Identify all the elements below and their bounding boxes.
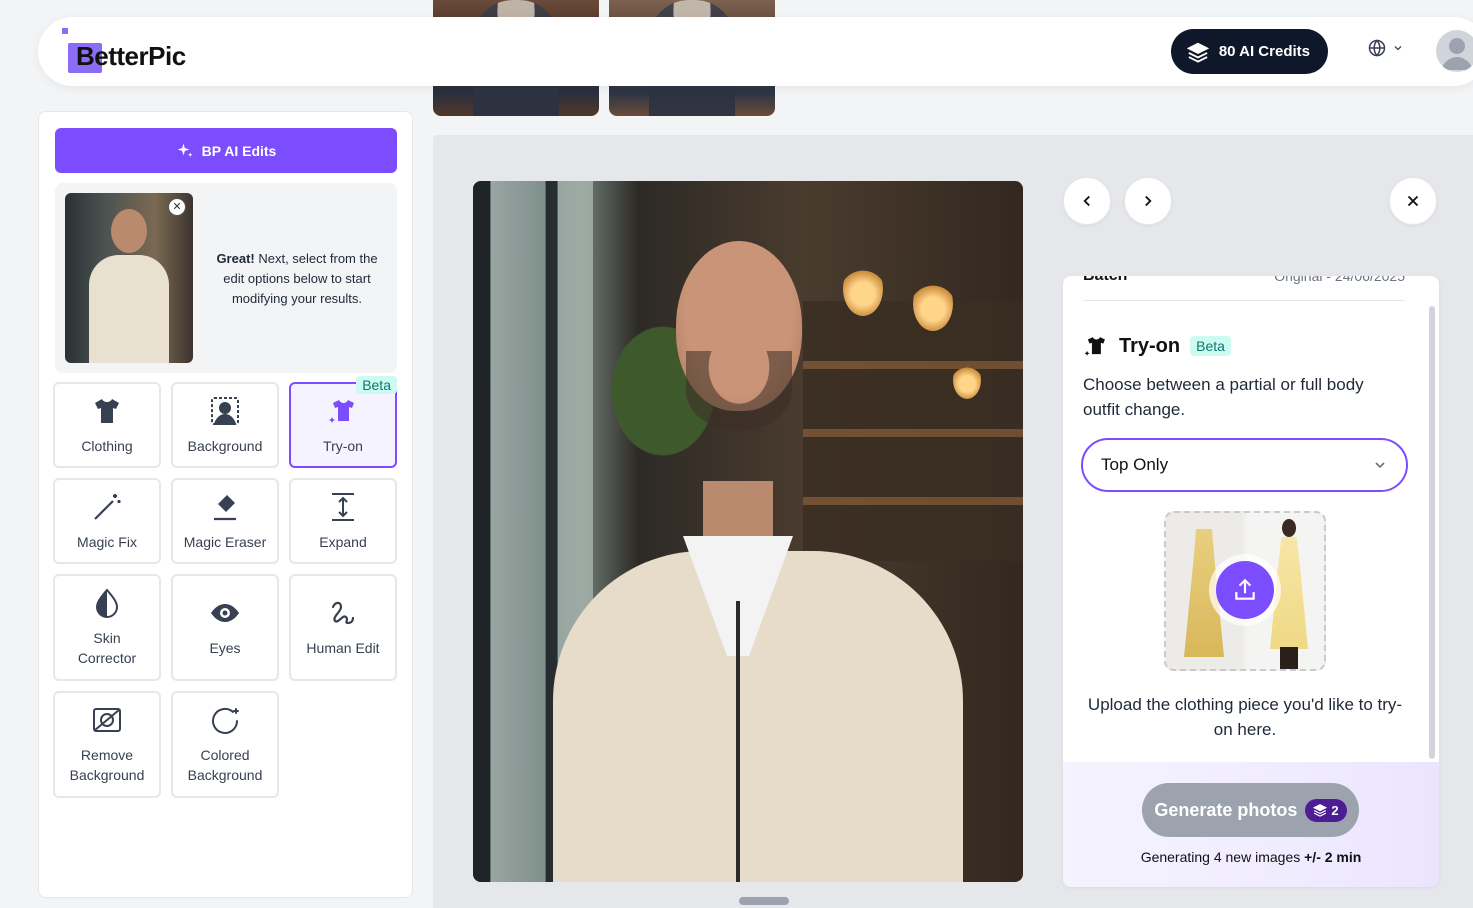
betterpic-logo[interactable]: BetterPic <box>62 28 186 74</box>
eye-icon <box>211 604 239 622</box>
main-viewer: Batch Original - 24/06/2025 Try-on Beta … <box>433 135 1473 908</box>
tool-clothing[interactable]: Clothing <box>53 382 161 468</box>
tool-eyes[interactable]: Eyes <box>171 574 279 681</box>
tool-human-edit[interactable]: Human Edit <box>289 574 397 681</box>
close-icon <box>1407 195 1419 207</box>
previous-button[interactable] <box>1063 177 1111 225</box>
credits-label: 80 AI Credits <box>1218 43 1310 60</box>
panel-scrollbar[interactable] <box>1429 306 1435 759</box>
try-on-shirt-icon <box>329 399 354 423</box>
chevron-left-icon <box>1083 195 1090 207</box>
generate-photos-button[interactable]: Generate photos 2 <box>1142 783 1359 837</box>
edit-options-panel: BP AI Edits ✕ Great! Next, select from t… <box>38 111 413 898</box>
tool-background[interactable]: Background <box>171 382 279 468</box>
eraser-icon <box>214 494 236 520</box>
tool-skin-corrector[interactable]: Skin Corrector <box>53 574 161 681</box>
next-button[interactable] <box>1124 177 1172 225</box>
user-avatar-icon[interactable] <box>1436 30 1473 72</box>
magic-wand-icon <box>94 493 121 520</box>
upload-button[interactable] <box>1216 561 1274 619</box>
try-on-shirt-icon <box>1084 337 1105 356</box>
clothing-upload-area[interactable] <box>1164 511 1326 671</box>
try-on-panel: Batch Original - 24/06/2025 Try-on Beta … <box>1063 276 1439 887</box>
globe-icon <box>1368 39 1386 57</box>
tool-magic-fix[interactable]: Magic Fix <box>53 478 161 564</box>
chevron-right-icon <box>1145 195 1152 207</box>
selected-photo-thumbnail <box>65 193 193 363</box>
try-on-description: Choose between a partial or full body ou… <box>1083 375 1364 419</box>
credit-cost-badge: 2 <box>1305 798 1347 822</box>
upload-hint: Upload the clothing piece you'd like to … <box>1087 695 1403 739</box>
chevron-down-icon <box>1375 462 1385 469</box>
edit-tools-grid: Clothing Background Beta Try-on Magic Fi… <box>53 376 403 798</box>
batch-label: Batch <box>1083 276 1127 285</box>
tshirt-icon <box>95 398 119 423</box>
try-on-title: Try-on <box>1119 334 1181 357</box>
tool-try-on[interactable]: Beta Try-on <box>289 376 397 468</box>
close-button[interactable] <box>1389 177 1437 225</box>
tool-remove-background[interactable]: Remove Background <box>53 691 161 798</box>
original-date-label: Original - 24/06/2025 <box>1274 276 1405 284</box>
top-header: BetterPic 80 AI Credits <box>38 17 1473 86</box>
expand-vertical-icon <box>332 492 354 521</box>
tool-expand[interactable]: Expand <box>289 478 397 564</box>
color-circle-icon <box>212 707 239 734</box>
beta-badge: Beta <box>356 376 397 394</box>
generation-estimate: Generating 4 new images +/- 2 min <box>1140 849 1362 865</box>
main-photo <box>473 181 1023 882</box>
viewer-scroll-handle[interactable] <box>739 897 789 905</box>
instruction-message: Great! Next, select from the edit option… <box>216 251 378 306</box>
remove-bg-icon <box>93 708 121 732</box>
try-on-heading: Try-on Beta <box>1083 333 1231 359</box>
sparkle-icon <box>177 143 193 157</box>
beta-badge: Beta <box>1190 336 1231 356</box>
squiggle-icon <box>331 601 355 625</box>
background-icon <box>211 396 239 425</box>
language-selector[interactable] <box>1368 39 1404 57</box>
batch-info-row: Batch Original - 24/06/2025 <box>1083 276 1405 301</box>
ai-credits-button[interactable]: 80 AI Credits <box>1170 29 1328 74</box>
remove-selection-close-icon[interactable]: ✕ <box>168 198 186 216</box>
upload-icon <box>1235 578 1255 600</box>
selected-photo-preview: ✕ Great! Next, select from the edit opti… <box>55 183 397 373</box>
select-value: Top Only <box>1101 455 1169 474</box>
layers-icon <box>1313 804 1328 817</box>
layers-icon <box>1186 42 1209 63</box>
chevron-down-icon <box>1394 46 1402 51</box>
tool-colored-background[interactable]: Colored Background <box>171 691 279 798</box>
tool-magic-eraser[interactable]: Magic Eraser <box>171 478 279 564</box>
outfit-scope-select[interactable]: Top Only <box>1081 438 1408 492</box>
generate-footer: Generate photos 2 Generating 4 new image… <box>1063 762 1439 887</box>
contrast-drop-icon <box>95 588 119 618</box>
bp-ai-edits-button[interactable]: BP AI Edits <box>55 128 397 173</box>
